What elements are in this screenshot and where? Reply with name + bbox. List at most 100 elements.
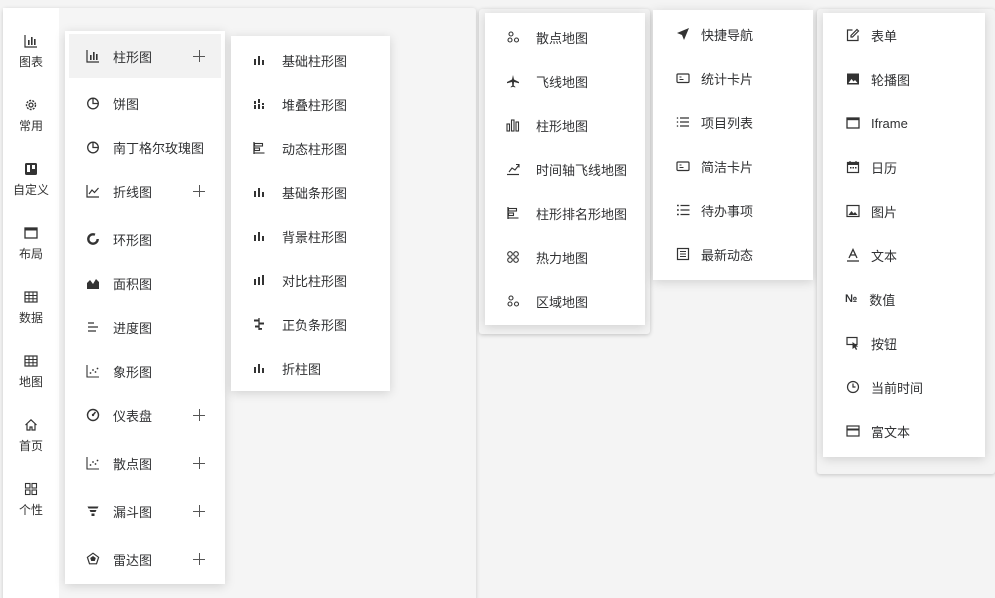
menu-item-progress-chart[interactable]: 进度图 xyxy=(65,305,225,349)
widget-menu-item[interactable]: № 数值 xyxy=(823,277,985,321)
common-menu-item-label: 简洁卡片 xyxy=(701,159,754,175)
map-menu-item-label: 柱形排名形地图 xyxy=(536,206,628,222)
common-menu-item-label: 最新动态 xyxy=(701,247,754,263)
map-menu-item-label: 热力地图 xyxy=(536,250,589,266)
widget-menu-item-label: 文本 xyxy=(871,248,898,264)
card-icon xyxy=(675,158,691,174)
plus-icon[interactable] xyxy=(193,553,205,565)
menu-item-bar-chart[interactable]: 柱形图 xyxy=(69,34,221,78)
common-menu-item-label: 快捷导航 xyxy=(701,27,754,43)
submenu-item[interactable]: 基础条形图 xyxy=(231,170,390,214)
submenu-item[interactable]: 基础柱形图 xyxy=(231,38,390,82)
window-icon xyxy=(845,115,861,131)
map-menu-item[interactable]: 区域地图 xyxy=(485,279,645,323)
widget-menu-item-label: Iframe xyxy=(871,115,908,131)
bar-chart-icon xyxy=(251,360,267,376)
scatter-chart-icon xyxy=(85,455,101,471)
common-menu-item-label: 待办事项 xyxy=(701,203,754,219)
menu-item-label: 象形图 xyxy=(113,364,153,380)
chart-type-menu: 柱形图 饼图 南丁格尔玫瑰图 折线图 环形图 面积图 进度图 象形图 仪表盘 散… xyxy=(65,31,225,584)
widget-menu-item[interactable]: 图片 xyxy=(823,189,985,233)
menu-item-line-chart[interactable]: 折线图 xyxy=(65,169,225,213)
map-menu-item[interactable]: 散点地图 xyxy=(485,15,645,59)
bar-map-icon xyxy=(505,117,521,133)
menu-item-label: 进度图 xyxy=(113,320,153,336)
menu-item-label: 仪表盘 xyxy=(113,408,153,424)
common-menu-item[interactable]: 最新动态 xyxy=(653,232,813,276)
submenu-item[interactable]: 动态柱形图 xyxy=(231,126,390,170)
submenu-item[interactable]: 对比柱形图 xyxy=(231,258,390,302)
submenu-item[interactable]: 折柱图 xyxy=(231,346,390,390)
sidebar-item-custom[interactable]: 自定义 xyxy=(3,156,59,204)
submenu-item[interactable]: 背景柱形图 xyxy=(231,214,390,258)
map-menu-item[interactable]: 柱形地图 xyxy=(485,103,645,147)
widget-menu-item[interactable]: Iframe xyxy=(823,101,985,145)
common-menu-item[interactable]: 待办事项 xyxy=(653,188,813,232)
sidebar-item-common[interactable]: 常用 xyxy=(3,92,59,140)
sidebar-item-home[interactable]: 首页 xyxy=(3,412,59,460)
menu-item-funnel-chart[interactable]: 漏斗图 xyxy=(65,489,225,533)
menu-item-pictorial-chart[interactable]: 象形图 xyxy=(65,349,225,393)
funnel-icon xyxy=(85,503,101,519)
widget-menu-item[interactable]: 当前时间 xyxy=(823,365,985,409)
todo-icon xyxy=(675,202,691,218)
stacked-bar-icon xyxy=(251,96,267,112)
pos-neg-bar-icon xyxy=(251,316,267,332)
menu-item-pie-chart[interactable]: 饼图 xyxy=(65,81,225,125)
menu-item-scatter-chart[interactable]: 散点图 xyxy=(65,441,225,485)
bar-chart-icon xyxy=(251,184,267,200)
plus-icon[interactable] xyxy=(193,505,205,517)
sidebar-item-personal[interactable]: 个性 xyxy=(3,476,59,524)
sidebar-item-label: 自定义 xyxy=(12,183,49,197)
map-menu-item-label: 区域地图 xyxy=(536,294,589,310)
menu-item-radar-chart[interactable]: 雷达图 xyxy=(65,537,225,581)
widget-menu-item-label: 按钮 xyxy=(871,336,898,352)
airplane-icon xyxy=(505,73,521,89)
menu-item-rose-chart[interactable]: 南丁格尔玫瑰图 xyxy=(65,125,225,169)
map-menu-item[interactable]: 时间轴飞线地图 xyxy=(485,147,645,191)
map-menu-item-label: 柱形地图 xyxy=(536,118,589,134)
menu-item-area-chart[interactable]: 面积图 xyxy=(65,261,225,305)
common-menu-item[interactable]: 项目列表 xyxy=(653,100,813,144)
bar-chart-icon xyxy=(24,35,37,48)
common-menu-item[interactable]: 快捷导航 xyxy=(653,12,813,56)
window-icon xyxy=(24,227,38,239)
menu-item-label: 柱形图 xyxy=(113,49,153,65)
sidebar-item-label: 个性 xyxy=(18,503,43,517)
menu-item-label: 折线图 xyxy=(113,184,153,200)
widget-menu-item[interactable]: 表单 xyxy=(823,13,985,57)
common-menu-item[interactable]: 简洁卡片 xyxy=(653,144,813,188)
ranking-bar-icon xyxy=(505,205,521,221)
common-menu-item[interactable]: 统计卡片 xyxy=(653,56,813,100)
menu-item-ring-chart[interactable]: 环形图 xyxy=(65,217,225,261)
menu-item-gauge[interactable]: 仪表盘 xyxy=(65,393,225,437)
sidebar-item-label: 数据 xyxy=(18,311,43,325)
sidebar-item-chart[interactable]: 图表 xyxy=(3,28,59,76)
menu-item-label: 饼图 xyxy=(113,96,140,112)
table-icon xyxy=(24,291,38,303)
widget-menu-item[interactable]: 文本 xyxy=(823,233,985,277)
widget-menu-item[interactable]: 富文本 xyxy=(823,409,985,453)
radar-icon xyxy=(85,551,101,567)
plus-icon[interactable] xyxy=(193,185,205,197)
map-menu-item[interactable]: 柱形排名形地图 xyxy=(485,191,645,235)
map-menu-item[interactable]: 热力地图 xyxy=(485,235,645,279)
map-menu-item-label: 飞线地图 xyxy=(536,74,589,90)
calendar-icon xyxy=(845,159,861,175)
plus-icon[interactable] xyxy=(193,50,205,62)
plus-icon[interactable] xyxy=(193,409,205,421)
sidebar-item-map[interactable]: 地图 xyxy=(3,348,59,396)
sidebar-item-layout[interactable]: 布局 xyxy=(3,220,59,268)
plus-icon[interactable] xyxy=(193,457,205,469)
widget-menu-item[interactable]: 按钮 xyxy=(823,321,985,365)
widget-menu-item[interactable]: 轮播图 xyxy=(823,57,985,101)
submenu-item[interactable]: 正负条形图 xyxy=(231,302,390,346)
map-menu-item[interactable]: 飞线地图 xyxy=(485,59,645,103)
text-icon xyxy=(845,247,861,263)
widget-menu-item[interactable]: 日历 xyxy=(823,145,985,189)
picture-icon xyxy=(845,203,861,219)
heat-map-icon xyxy=(505,249,521,265)
sidebar-item-label: 首页 xyxy=(18,439,43,453)
sidebar-item-data[interactable]: 数据 xyxy=(3,284,59,332)
submenu-item[interactable]: 堆叠柱形图 xyxy=(231,82,390,126)
